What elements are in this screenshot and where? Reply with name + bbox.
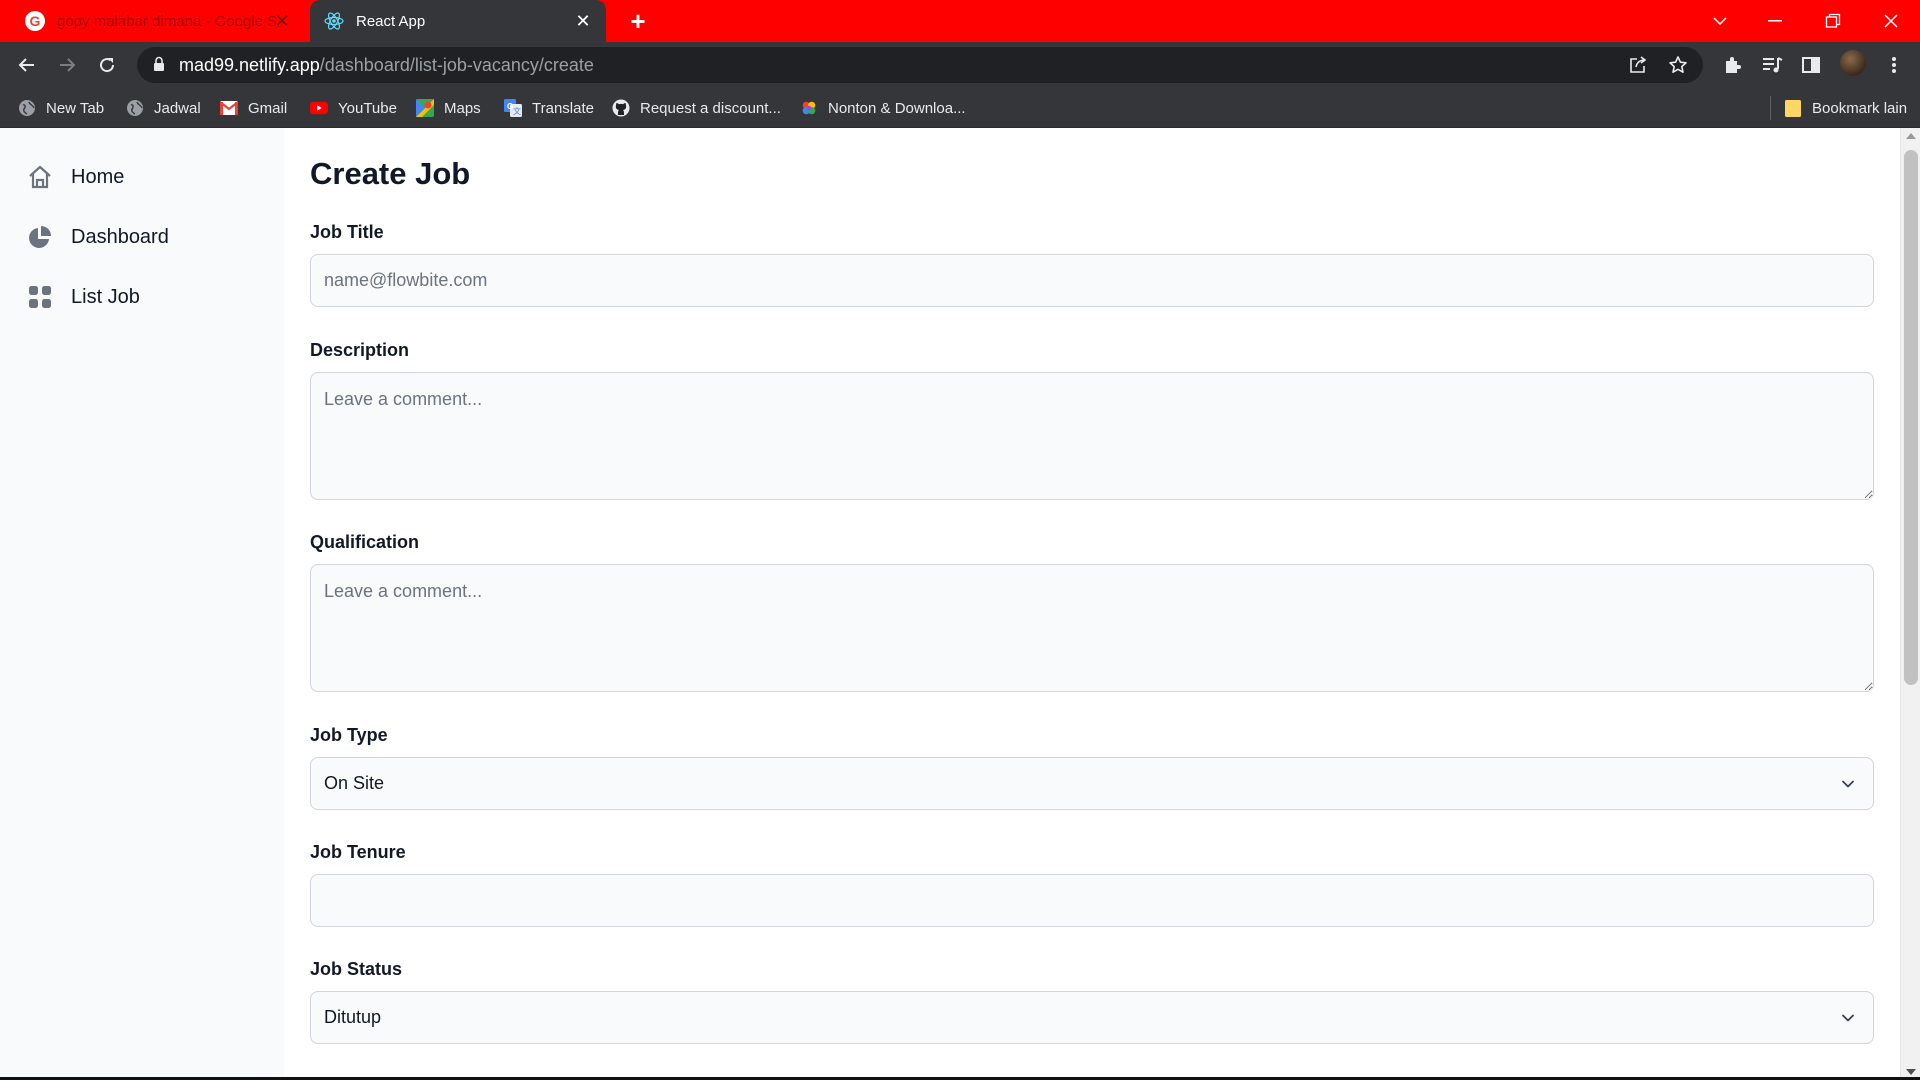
page-scrollbar[interactable] xyxy=(1900,128,1920,1080)
grid-icon xyxy=(26,283,54,311)
bookmark-new-tab[interactable]: New Tab xyxy=(18,96,104,120)
page-title: Create Job xyxy=(310,156,471,191)
react-icon xyxy=(324,11,344,31)
bookmark-separator xyxy=(1770,96,1771,120)
bookmark-request-discount[interactable]: Request a discount... xyxy=(612,96,781,120)
chevron-down-icon xyxy=(1842,780,1854,788)
close-icon[interactable]: ✕ xyxy=(271,10,293,32)
browser-toolbar: mad99.netlify.app/dashboard/list-job-vac… xyxy=(0,42,1920,88)
lock-icon[interactable] xyxy=(153,56,165,77)
scroll-down-arrow-icon[interactable] xyxy=(1906,1069,1916,1075)
colorful-icon xyxy=(800,99,818,117)
share-icon[interactable] xyxy=(1627,54,1649,76)
bookmark-nonton[interactable]: Nonton & Downloa... xyxy=(800,96,966,120)
bookmark-translate[interactable]: G文 Translate xyxy=(504,96,594,120)
chevron-down-icon xyxy=(1842,1014,1854,1022)
browser-tab-strip: G gopy malabar dimana - Google S ✕ React… xyxy=(0,0,1920,42)
close-icon[interactable]: ✕ xyxy=(572,10,594,32)
gmail-icon xyxy=(220,99,238,117)
globe-icon xyxy=(18,99,36,117)
bookmark-youtube[interactable]: YouTube xyxy=(310,96,397,120)
media-queue-icon[interactable] xyxy=(1758,51,1786,79)
description-textarea[interactable] xyxy=(310,372,1874,500)
pie-chart-icon xyxy=(26,223,54,251)
bookmarks-bar: New Tab Jadwal Gmail YouTube Maps G文 Tra… xyxy=(0,88,1920,128)
tab-title: gopy malabar dimana - Google S xyxy=(57,12,277,30)
bookmark-maps[interactable]: Maps xyxy=(416,96,481,120)
job-tenure-label: Job Tenure xyxy=(310,842,406,862)
main-content: Create Job Job Title Description Qualifi… xyxy=(310,128,1874,1080)
sidebar-item-list-job[interactable]: List Job xyxy=(26,280,140,314)
bookmark-jadwal[interactable]: Jadwal xyxy=(126,96,201,120)
new-tab-button[interactable]: + xyxy=(623,6,653,36)
job-tenure-input[interactable] xyxy=(310,874,1874,927)
job-status-select[interactable]: Ditutup xyxy=(310,991,1874,1044)
job-status-label: Job Status xyxy=(310,959,403,979)
extensions-icon[interactable] xyxy=(1718,51,1746,79)
translate-icon: G文 xyxy=(504,99,522,117)
back-icon[interactable] xyxy=(12,50,42,80)
page: Home Dashboard List Job Create Job Job T… xyxy=(0,128,1920,1080)
job-type-selected-value: On Site xyxy=(324,773,385,793)
description-label: Description xyxy=(310,340,410,360)
job-type-label: Job Type xyxy=(310,725,388,745)
maps-icon xyxy=(416,99,434,117)
restore-icon[interactable] xyxy=(1816,4,1850,38)
job-title-input[interactable] xyxy=(310,254,1874,307)
minimize-icon[interactable] xyxy=(1758,4,1792,38)
scroll-up-arrow-icon[interactable] xyxy=(1906,133,1916,139)
svg-text:文: 文 xyxy=(513,106,521,116)
tab-search-chevron-icon[interactable] xyxy=(1703,4,1737,38)
github-icon xyxy=(612,99,630,117)
menu-kebab-icon[interactable] xyxy=(1880,51,1908,79)
url-text: mad99.netlify.app/dashboard/list-job-vac… xyxy=(179,55,594,75)
star-icon[interactable] xyxy=(1667,54,1689,76)
sidebar-item-dashboard[interactable]: Dashboard xyxy=(26,220,169,254)
bookmark-other-folder[interactable]: Bookmark lain xyxy=(1784,96,1907,120)
youtube-icon xyxy=(310,99,328,117)
sidebar: Home Dashboard List Job xyxy=(0,128,284,1080)
qualification-textarea[interactable] xyxy=(310,564,1874,692)
tab-title: React App xyxy=(356,12,426,30)
tab-google-search[interactable]: G gopy malabar dimana - Google S ✕ xyxy=(10,0,305,42)
folder-icon xyxy=(1784,99,1802,117)
profile-avatar[interactable] xyxy=(1840,50,1866,76)
job-status-selected-value: Ditutup xyxy=(324,1007,382,1027)
home-icon xyxy=(26,163,54,191)
sidebar-item-home[interactable]: Home xyxy=(26,160,124,194)
scrollbar-thumb[interactable] xyxy=(1904,150,1918,685)
reload-icon[interactable] xyxy=(92,50,122,80)
job-type-select[interactable]: On Site xyxy=(310,757,1874,810)
side-panel-icon[interactable] xyxy=(1797,51,1825,79)
forward-icon[interactable] xyxy=(52,50,82,80)
address-bar[interactable]: mad99.netlify.app/dashboard/list-job-vac… xyxy=(137,47,1703,83)
globe-icon xyxy=(126,99,144,117)
qualification-label: Qualification xyxy=(310,532,420,552)
google-icon: G xyxy=(25,11,45,31)
bookmark-gmail[interactable]: Gmail xyxy=(220,96,287,120)
close-window-icon[interactable] xyxy=(1874,4,1908,38)
tab-react-app[interactable]: React App ✕ xyxy=(310,0,606,42)
job-title-label: Job Title xyxy=(310,222,384,242)
